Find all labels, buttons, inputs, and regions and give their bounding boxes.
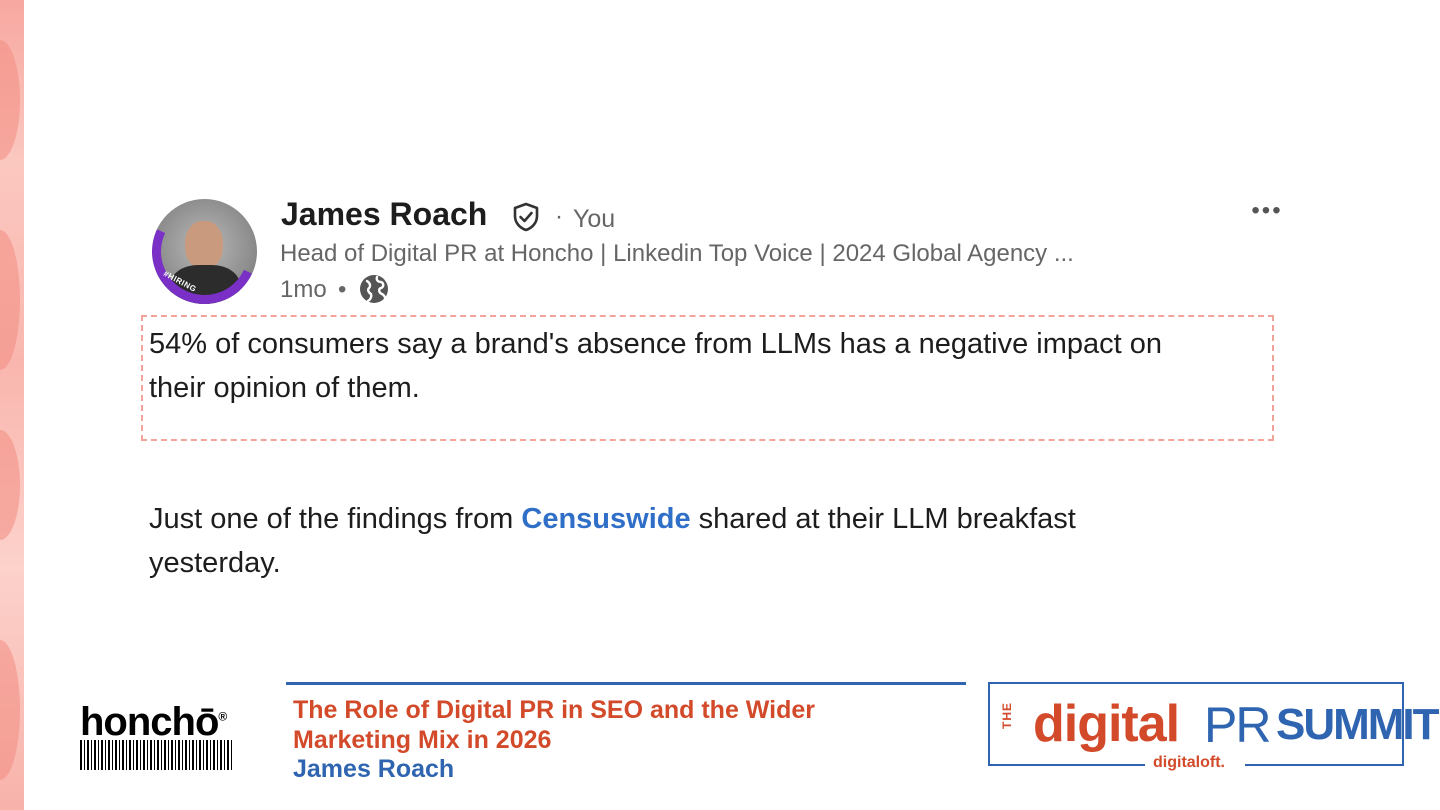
avatar[interactable]: #HIRING bbox=[152, 199, 257, 304]
author-headline: Head of Digital PR at Honcho | Linkedin … bbox=[280, 240, 1074, 267]
summit-logo-digital: digital bbox=[1033, 695, 1180, 753]
hiring-frame bbox=[152, 199, 257, 304]
post-text-segment: shared at their LLM breakfast bbox=[690, 503, 1076, 535]
separator-dot: · bbox=[555, 203, 563, 230]
more-options-icon[interactable]: ••• bbox=[1247, 196, 1287, 226]
post-text-line: Just one of the findings from Censuswide… bbox=[149, 503, 1076, 536]
post-text-segment: Just one of the findings from bbox=[149, 503, 522, 535]
strip-shape bbox=[0, 40, 20, 160]
registered-mark: ® bbox=[218, 709, 227, 724]
post-text-line: yesterday. bbox=[149, 547, 281, 579]
verified-icon bbox=[513, 202, 539, 232]
post-text-line: their opinion of them. bbox=[149, 372, 420, 404]
post-text-line: 54% of consumers say a brand's absence f… bbox=[149, 328, 1163, 360]
summit-logo-the: THE bbox=[1000, 702, 1014, 729]
censuswide-link[interactable]: Censuswide bbox=[521, 503, 690, 535]
strip-shape bbox=[0, 230, 20, 370]
strip-shape bbox=[0, 430, 20, 540]
author-name[interactable]: James Roach bbox=[281, 196, 487, 233]
strip-shape bbox=[0, 640, 20, 780]
decorative-left-strip bbox=[0, 0, 24, 810]
summit-logo-pr: PR bbox=[1204, 697, 1271, 753]
footer-divider bbox=[286, 682, 966, 685]
summit-logo-summit: SUMMIT bbox=[1276, 700, 1440, 749]
honcho-logo-text: honchō bbox=[80, 700, 219, 744]
post-age[interactable]: 1mo bbox=[280, 276, 327, 304]
speaker-name: James Roach bbox=[293, 755, 455, 783]
talk-title-line: The Role of Digital PR in SEO and the Wi… bbox=[293, 696, 816, 724]
relationship-label: You bbox=[573, 205, 616, 233]
separator-dot: • bbox=[338, 276, 347, 303]
honcho-logo: honchō® bbox=[80, 700, 227, 745]
summit-logo-digitaloft: digitaloft. bbox=[1153, 754, 1225, 771]
barcode-graphic bbox=[80, 740, 234, 770]
talk-title: The Role of Digital PR in SEO and the Wi… bbox=[293, 695, 815, 755]
talk-title-line: Marketing Mix in 2026 bbox=[293, 726, 552, 754]
globe-icon bbox=[360, 275, 388, 303]
